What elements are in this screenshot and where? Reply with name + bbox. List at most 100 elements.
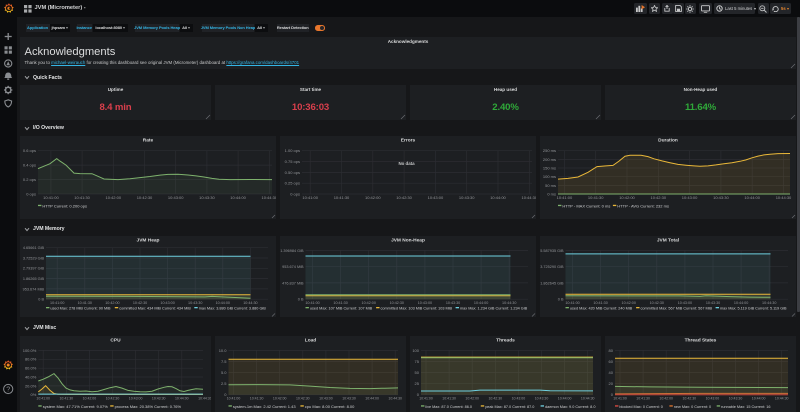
svg-text:used Max: 278 MiB Current: 90: used Max: 278 MiB Current: 90 MiB: [50, 306, 111, 310]
svg-text:JVM Total: JVM Total: [657, 237, 679, 243]
svg-text:10:43:00: 10:43:00: [129, 396, 143, 400]
svg-text:10:44:00: 10:44:00: [216, 300, 230, 304]
svg-text:10:41:00: 10:41:00: [43, 195, 59, 200]
svg-text:0 ops: 0 ops: [26, 191, 36, 196]
svg-text:953.674 MiB: 953.674 MiB: [23, 287, 45, 291]
svg-text:40.0%: 40.0%: [25, 374, 37, 379]
svg-text:20.0%: 20.0%: [25, 383, 37, 388]
svg-text:10:44:30: 10:44:30: [243, 300, 257, 304]
svg-text:Errors: Errors: [401, 137, 416, 143]
svg-text:10:44:00: 10:44:00: [474, 300, 488, 304]
svg-text:10:43:30: 10:43:30: [152, 396, 166, 400]
svg-text:No data: No data: [398, 161, 415, 166]
svg-text:10:44:00: 10:44:00: [558, 396, 572, 400]
svg-text:10:41:30: 10:41:30: [59, 396, 73, 400]
svg-text:10:42:00: 10:42:00: [273, 396, 287, 400]
svg-text:daemon Max: 9.0 Current: 8.0: daemon Max: 9.0 Current: 8.0: [545, 404, 595, 408]
svg-text:1.396984 GiB: 1.396984 GiB: [280, 248, 304, 252]
svg-text:0.50 ops: 0.50 ops: [285, 169, 300, 174]
svg-text:10:44:00: 10:44:00: [490, 195, 506, 200]
svg-text:80: 80: [609, 347, 614, 352]
svg-text:10:41:00: 10:41:00: [565, 300, 579, 304]
svg-text:system-1m Max: 2.42 Current: 1: system-1m Max: 2.42 Current: 1.43: [233, 403, 296, 408]
svg-text:10:43:00: 10:43:00: [682, 195, 698, 200]
svg-text:10:41:00: 10:41:00: [419, 396, 433, 400]
svg-text:10:42:30: 10:42:30: [390, 300, 404, 304]
svg-text:10:41:00: 10:41:00: [557, 195, 573, 200]
svg-text:10:41:30: 10:41:30: [593, 300, 607, 304]
svg-text:10:42:30: 10:42:30: [650, 300, 664, 304]
svg-text:10:44:30: 10:44:30: [775, 396, 789, 400]
svg-text:10:43:00: 10:43:00: [418, 300, 432, 304]
svg-text:0.75 ops: 0.75 ops: [285, 158, 300, 163]
svg-text:committed Max: 103 MiB Current: committed Max: 103 MiB Current: 103 MiB: [381, 306, 453, 310]
svg-text:10:42:30: 10:42:30: [682, 396, 696, 400]
svg-text:max Max: 3.880 GiB Current: 3.: max Max: 3.880 GiB Current: 3.880 GiB: [199, 306, 267, 310]
svg-text:10:41:00: 10:41:00: [305, 300, 319, 304]
svg-text:25: 25: [415, 381, 420, 386]
svg-text:10:41:30: 10:41:30: [333, 300, 347, 304]
svg-text:60: 60: [609, 358, 614, 363]
svg-text:10:44:30: 10:44:30: [198, 396, 211, 400]
svg-text:3.72529 GiB: 3.72529 GiB: [23, 256, 45, 260]
svg-text:process Max: 20.38% Current: 0: process Max: 20.38% Current: 0.76%: [115, 403, 182, 408]
svg-text:1.00 ops: 1.00 ops: [285, 148, 300, 153]
svg-text:3.725290 GiB: 3.725290 GiB: [540, 265, 564, 269]
svg-text:10:43:30: 10:43:30: [713, 195, 729, 200]
svg-text:10:41:00: 10:41:00: [36, 396, 50, 400]
svg-text:0.25 ops: 0.25 ops: [285, 180, 300, 185]
svg-text:200 ms: 200 ms: [543, 156, 556, 161]
svg-text:5.0: 5.0: [221, 370, 227, 375]
svg-text:0 ops: 0 ops: [290, 191, 300, 196]
svg-text:committed Max: 567 MiB Current: committed Max: 567 MiB Current: 567 MiB: [641, 306, 713, 310]
svg-text:10:41:30: 10:41:30: [588, 195, 604, 200]
svg-text:10:41:00: 10:41:00: [227, 396, 241, 400]
svg-text:100: 100: [412, 347, 419, 352]
svg-text:JVM Non-Heap: JVM Non-Heap: [391, 237, 425, 243]
svg-text:2.79397 GiB: 2.79397 GiB: [23, 266, 45, 270]
svg-text:10:43:00: 10:43:00: [706, 396, 720, 400]
svg-text:80.0%: 80.0%: [25, 356, 37, 361]
svg-text:1.862645 GiB: 1.862645 GiB: [540, 281, 564, 285]
svg-text:peak Max: 87.0 Current: 87.0: peak Max: 87.0 Current: 87.0: [485, 404, 534, 408]
svg-text:live Max: 87.0 Current: 86.0: live Max: 87.0 Current: 86.0: [425, 404, 472, 408]
svg-text:10:41:30: 10:41:30: [78, 300, 92, 304]
svg-text:10:44:00: 10:44:00: [175, 396, 189, 400]
svg-text:0 B: 0 B: [38, 297, 44, 301]
svg-text:JVM Heap: JVM Heap: [137, 237, 160, 243]
svg-text:10:42:00: 10:42:00: [106, 195, 122, 200]
svg-text:10:43:30: 10:43:30: [535, 396, 549, 400]
svg-text:4.65661 GiB: 4.65661 GiB: [23, 246, 45, 250]
svg-text:10:44:30: 10:44:30: [522, 195, 536, 200]
svg-text:10:44:30: 10:44:30: [502, 300, 516, 304]
svg-text:476.837 MiB: 476.837 MiB: [282, 281, 304, 285]
svg-text:cpu Max: 8.00 Current: 8.00: cpu Max: 8.00 Current: 8.00: [305, 403, 355, 408]
svg-text:10:42:30: 10:42:30: [106, 396, 120, 400]
svg-text:20: 20: [609, 381, 614, 386]
svg-text:1.86265 GiB: 1.86265 GiB: [23, 277, 45, 281]
svg-text:10:43:30: 10:43:30: [459, 195, 475, 200]
svg-text:40: 40: [609, 370, 614, 375]
svg-text:runnable Max: 15 Current: 16: runnable Max: 15 Current: 16: [721, 404, 770, 408]
svg-text:0.6 ops: 0.6 ops: [23, 148, 36, 153]
svg-text:10:42:30: 10:42:30: [396, 195, 412, 200]
svg-text:10:44:00: 10:44:00: [744, 195, 760, 200]
svg-text:10:43:00: 10:43:00: [168, 195, 184, 200]
svg-text:system Max: 47.71% Current: 9.: system Max: 47.71% Current: 9.07%: [43, 403, 109, 408]
svg-text:10:44:30: 10:44:30: [388, 396, 402, 400]
svg-text:10:42:30: 10:42:30: [488, 396, 502, 400]
svg-text:10:44:30: 10:44:30: [776, 195, 792, 200]
svg-text:10:41:30: 10:41:30: [334, 195, 350, 200]
svg-text:75: 75: [415, 358, 420, 363]
svg-text:10:42:00: 10:42:00: [465, 396, 479, 400]
svg-text:Rate: Rate: [143, 137, 154, 143]
svg-text:10:42:00: 10:42:00: [362, 300, 376, 304]
svg-text:10:44:30: 10:44:30: [762, 300, 776, 304]
svg-text:60.0%: 60.0%: [25, 365, 37, 370]
svg-text:10:42:00: 10:42:00: [365, 195, 381, 200]
svg-text:10:43:00: 10:43:00: [512, 396, 526, 400]
svg-text:10:44:30: 10:44:30: [581, 396, 595, 400]
svg-text:10:43:30: 10:43:30: [446, 300, 460, 304]
svg-text:10:41:00: 10:41:00: [50, 300, 64, 304]
svg-text:10:41:30: 10:41:30: [74, 195, 90, 200]
